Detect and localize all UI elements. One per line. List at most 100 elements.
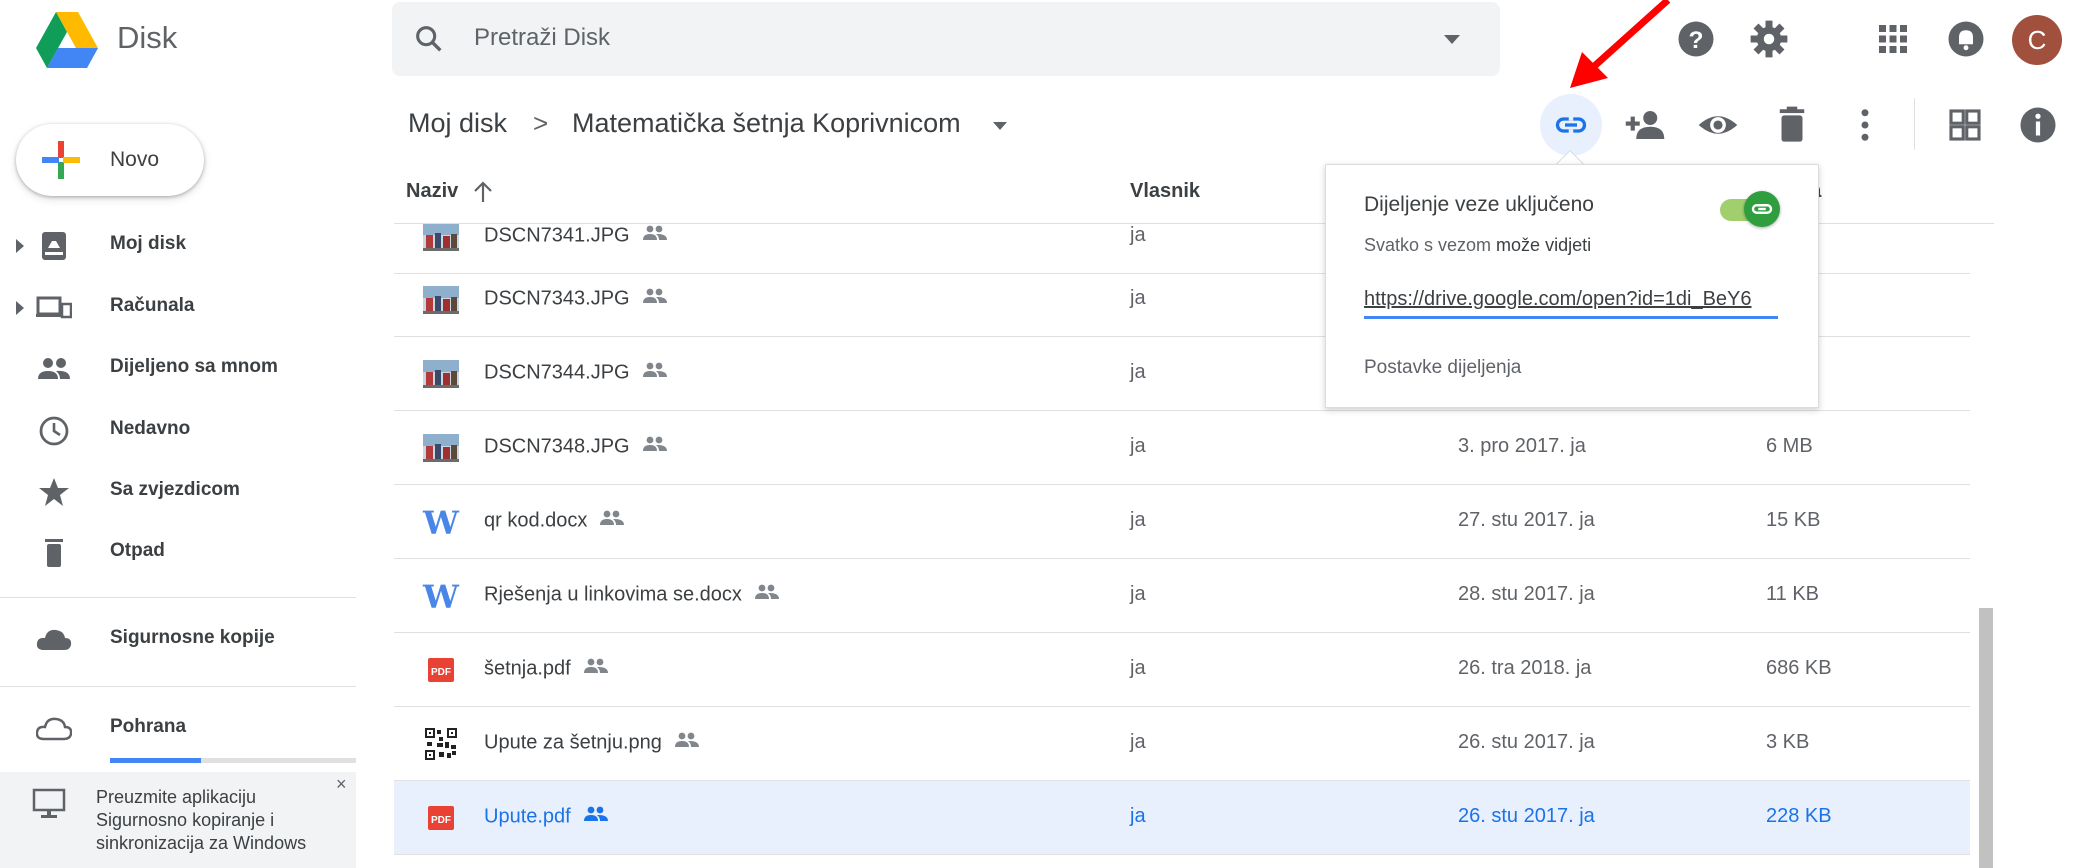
sidebar-item-computers[interactable]: Računala xyxy=(0,280,356,336)
sidebar-item-label: Računala xyxy=(110,295,195,316)
file-size: 15 KB xyxy=(1766,509,1821,531)
table-row[interactable]: DSCN7348.JPG ja 3. pro 2017. ja 6 MB xyxy=(394,411,1970,485)
sidebar-item-shared-with-me[interactable]: Dijeljeno sa mnom xyxy=(0,341,356,397)
sidebar-item-my-drive[interactable]: Moj disk xyxy=(0,218,356,274)
desktop-icon xyxy=(32,788,66,825)
drive-icon xyxy=(36,230,72,262)
link-sharing-toggle[interactable] xyxy=(1744,191,1780,227)
new-button[interactable]: Novo xyxy=(16,124,204,196)
promo-text: Preuzmite aplikaciju Sigurnosno kopiranj… xyxy=(96,787,307,853)
search-options-icon[interactable] xyxy=(1444,35,1460,44)
close-icon[interactable]: × xyxy=(336,774,347,795)
apps-grid-icon[interactable] xyxy=(1872,18,1914,60)
sidebar-item-recent[interactable]: Nedavno xyxy=(0,403,356,459)
shared-people-icon xyxy=(642,361,668,385)
share-add-person-icon[interactable] xyxy=(1624,104,1666,146)
shared-people-icon xyxy=(754,583,780,607)
file-name-text: šetnja.pdf xyxy=(484,657,571,680)
file-name[interactable]: DSCN7343.JPG xyxy=(484,287,668,311)
settings-gear-icon[interactable] xyxy=(1748,18,1790,60)
file-size: 11 KB xyxy=(1766,583,1819,605)
app-name: Disk xyxy=(117,20,178,55)
search-icon[interactable] xyxy=(412,22,446,61)
notifications-bell-icon[interactable] xyxy=(1945,18,1987,60)
clock-icon xyxy=(36,415,72,447)
expand-caret-icon[interactable] xyxy=(16,239,24,253)
cloud-outline-icon xyxy=(35,713,73,745)
table-row[interactable]: PDF šetnja.pdf ja 26. tra 2018. ja 686 KB xyxy=(394,633,1970,707)
file-name[interactable]: Rješenja u linkovima se.docx xyxy=(484,583,780,607)
file-size: 686 KB xyxy=(1766,657,1832,679)
sidebar-item-label: Pohrana xyxy=(110,716,187,737)
people-icon xyxy=(36,353,72,385)
file-owner: ja xyxy=(1130,731,1146,753)
file-name[interactable]: DSCN7341.JPG xyxy=(484,224,668,248)
shared-people-icon xyxy=(583,657,609,681)
expand-caret-icon[interactable] xyxy=(16,301,24,315)
svg-text:?: ? xyxy=(1689,27,1704,54)
file-name[interactable]: Upute.pdf xyxy=(484,805,609,829)
file-name[interactable]: qr kod.docx xyxy=(484,509,625,533)
help-icon[interactable]: ? xyxy=(1675,18,1717,60)
file-owner: ja xyxy=(1130,805,1146,827)
cloud-icon xyxy=(36,624,72,656)
preview-eye-icon[interactable] xyxy=(1697,104,1739,146)
file-name-text: Upute za šetnju.png xyxy=(484,731,662,754)
table-row[interactable]: Wqr kod.docx ja 27. stu 2017. ja 15 KB xyxy=(394,485,1970,559)
toolbar-divider xyxy=(1914,98,1915,150)
breadcrumb-current-folder[interactable]: Matematička šetnja Koprivnicom xyxy=(572,108,961,139)
sidebar-item-backups[interactable]: Sigurnosne kopije xyxy=(0,612,356,668)
breadcrumb-separator: > xyxy=(533,108,549,138)
sidebar-item-storage[interactable]: Pohrana xyxy=(0,701,356,757)
file-owner: ja xyxy=(1130,657,1146,679)
get-shareable-link-button[interactable] xyxy=(1540,94,1602,156)
word-document-icon: W xyxy=(422,578,460,616)
sort-ascending-icon[interactable] xyxy=(472,180,494,209)
trash-icon xyxy=(36,537,72,569)
details-info-icon[interactable] xyxy=(2017,104,2059,146)
file-name-text: DSCN7343.JPG xyxy=(484,287,630,310)
file-last-modified: 3. pro 2017. ja xyxy=(1458,435,1586,457)
sidebar-item-trash[interactable]: Otpad xyxy=(0,525,356,581)
file-last-modified: 27. stu 2017. ja xyxy=(1458,509,1595,531)
shared-people-icon xyxy=(583,805,609,829)
column-header-name[interactable]: Naziv xyxy=(406,180,458,203)
sidebar-item-starred[interactable]: Sa zvjezdicom xyxy=(0,464,356,520)
svg-text:W: W xyxy=(422,580,460,612)
scrollbar-thumb[interactable] xyxy=(1979,608,1993,868)
file-name-text: DSCN7341.JPG xyxy=(484,224,630,247)
folder-menu-caret-icon[interactable] xyxy=(993,122,1007,130)
table-row[interactable]: W Rješenja u linkovima se.docx ja 28. stu 2… xyxy=(394,559,1970,633)
drive-logo[interactable] xyxy=(36,10,98,68)
access-level[interactable]: može vidjeti xyxy=(1496,235,1591,255)
access-prefix: Svatko s vezom xyxy=(1364,235,1497,255)
image-file-icon xyxy=(422,284,460,316)
sidebar-item-label: Sa zvjezdicom xyxy=(110,479,240,500)
file-name[interactable]: šetnja.pdf xyxy=(484,657,609,681)
file-name[interactable]: DSCN7344.JPG xyxy=(484,361,668,385)
file-name[interactable]: Upute za šetnju.png xyxy=(484,731,700,755)
table-row[interactable]: Upute za šetnju.png ja 26. stu 2017. ja 3 K… xyxy=(394,707,1970,781)
shareable-link-field[interactable] xyxy=(1364,283,1778,319)
link-icon xyxy=(1751,204,1773,214)
search-box[interactable]: Pretraži Disk xyxy=(392,2,1500,76)
pdf-file-icon: PDF xyxy=(422,802,460,834)
file-owner: ja xyxy=(1130,361,1146,383)
word-document-icon: W xyxy=(422,504,460,542)
file-name[interactable]: DSCN7348.JPG xyxy=(484,435,668,459)
column-header-owner[interactable]: Vlasnik xyxy=(1130,180,1200,203)
storage-usage-bar xyxy=(110,758,356,763)
computer-icon xyxy=(36,292,73,324)
search-input[interactable]: Pretraži Disk xyxy=(474,24,610,52)
shared-people-icon xyxy=(642,224,668,248)
sidebar-item-label: Nedavno xyxy=(110,418,191,439)
sharing-settings-link[interactable]: Postavke dijeljenja xyxy=(1364,357,1521,379)
file-name-text: DSCN7348.JPG xyxy=(484,435,630,458)
backup-app-promo[interactable]: Preuzmite aplikaciju Sigurnosno kopiranj… xyxy=(0,772,356,868)
more-actions-icon[interactable] xyxy=(1844,104,1886,146)
grid-view-icon[interactable] xyxy=(1944,104,1986,146)
breadcrumb-my-drive[interactable]: Moj disk xyxy=(408,108,507,139)
avatar[interactable]: C xyxy=(2012,15,2062,65)
remove-trash-icon[interactable] xyxy=(1771,104,1813,146)
table-row[interactable]: PDF Upute.pdf ja 26. stu 2017. ja 228 KB xyxy=(394,781,1970,855)
